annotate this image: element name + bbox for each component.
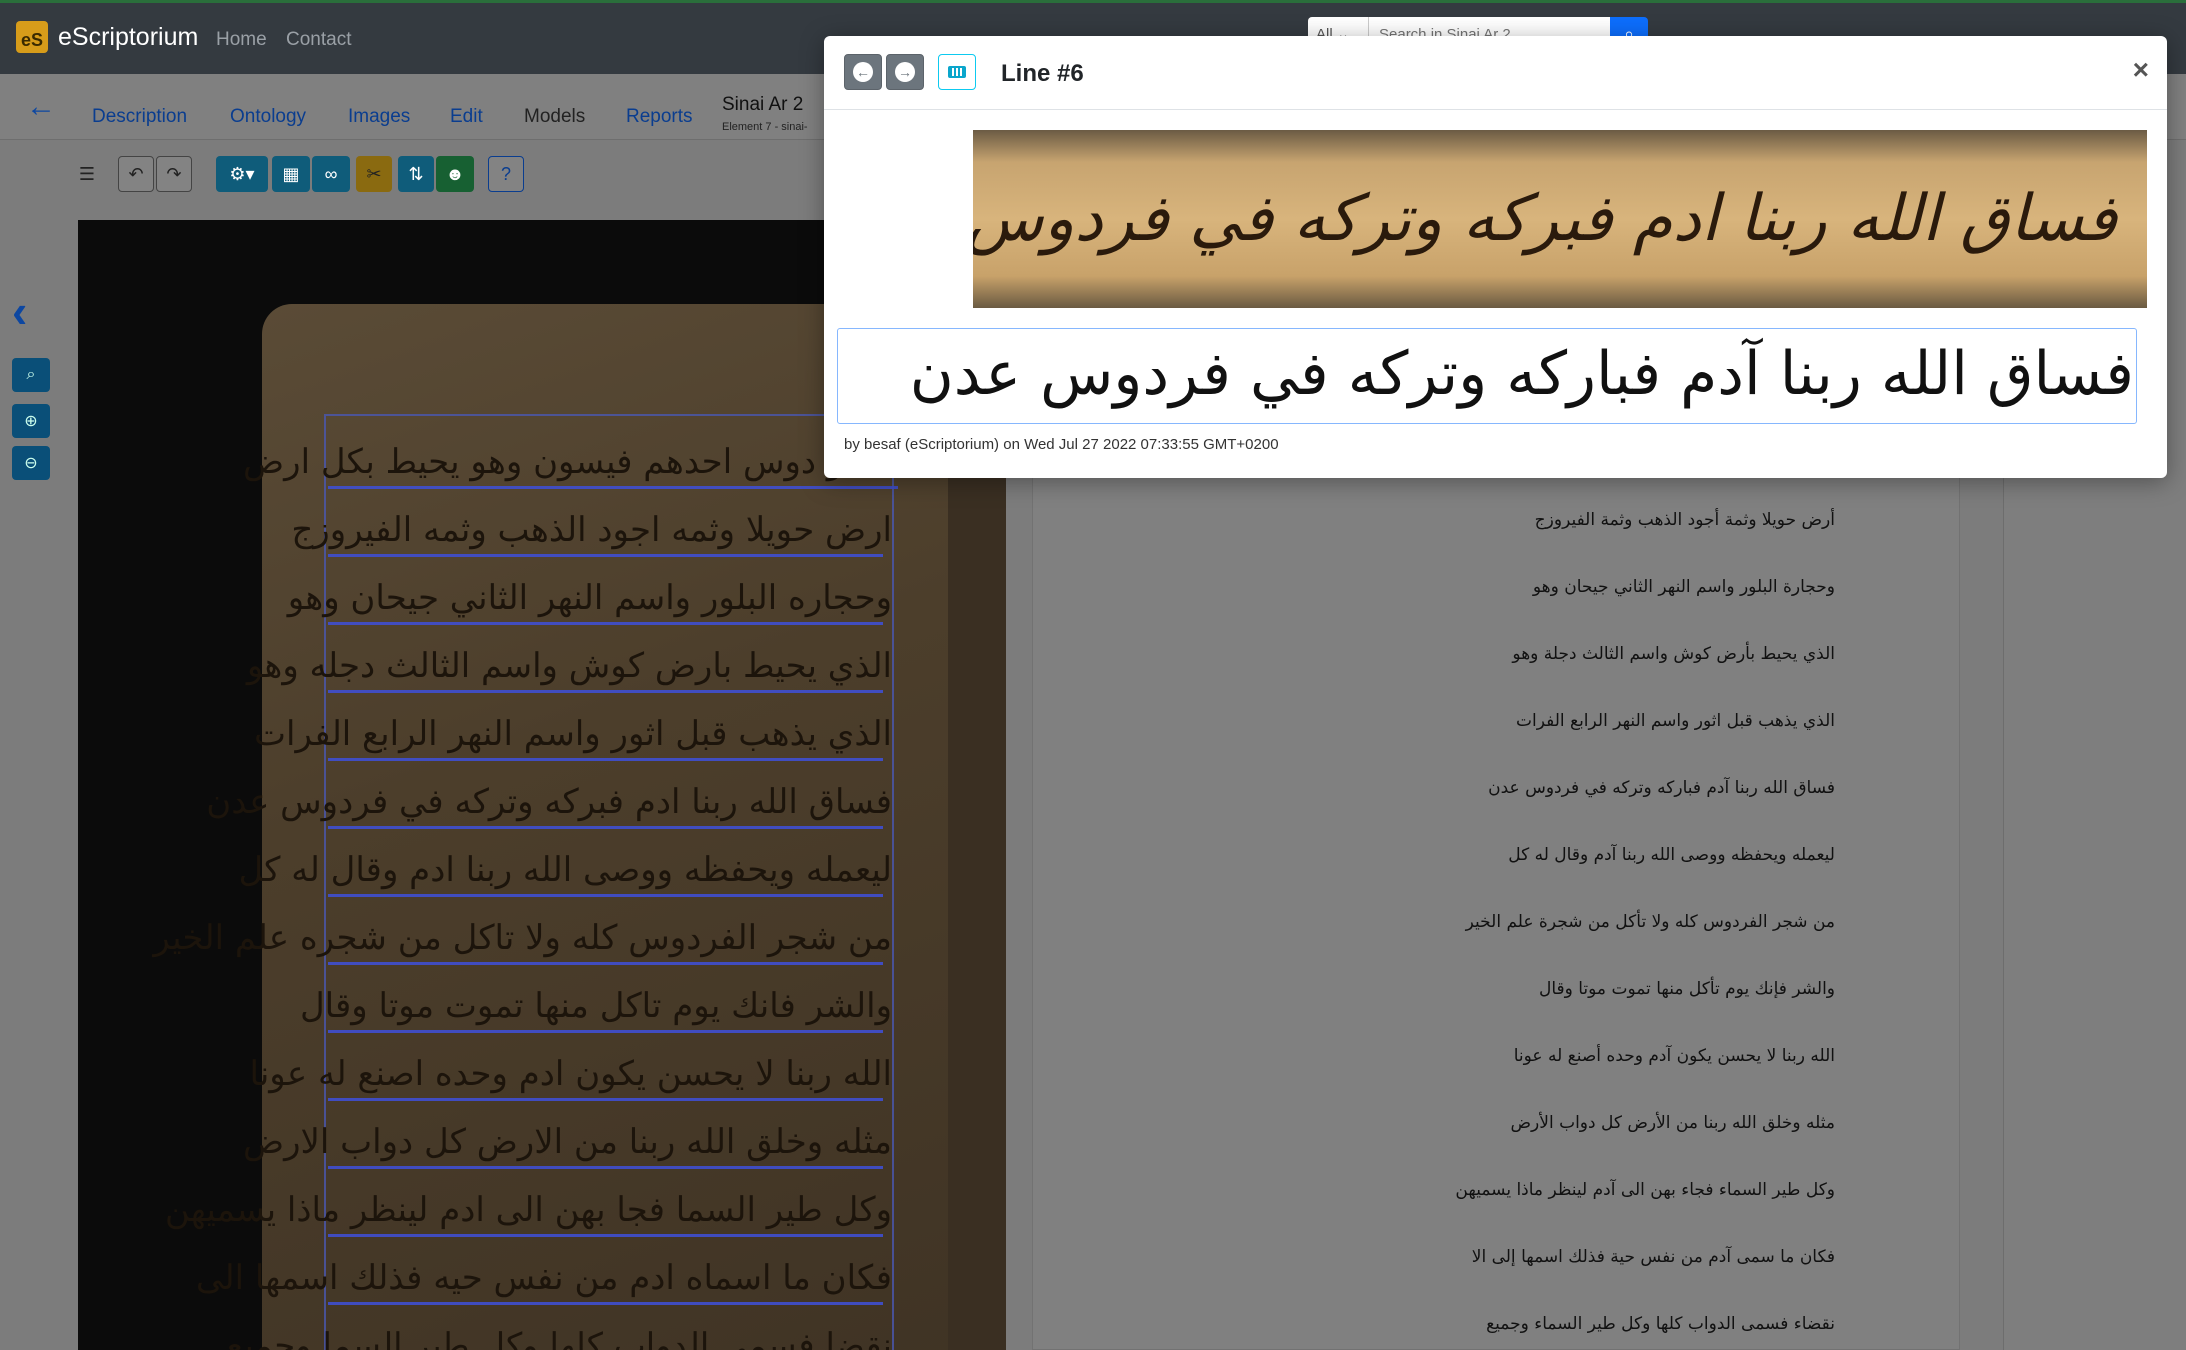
line-image: فساق الله ربنا ادم فبركه وتركه في فردوس … (973, 130, 2147, 308)
robot-icon: ☻ (445, 163, 465, 184)
transcription-line[interactable]: ليعمله ويحفظه ووصى الله ربنا آدم وقال له… (1508, 845, 1835, 865)
cut-button[interactable]: ✂ (356, 156, 392, 192)
previous-line-button[interactable]: ← (844, 54, 882, 90)
line-version-meta: by besaf (eScriptorium) on Wed Jul 27 20… (844, 436, 1279, 453)
transcription-line[interactable]: نقضاء فسمى الدواب كلها وكل طير السماء وج… (1486, 1314, 1835, 1334)
transcription-line[interactable]: الله ربنا لا يحسن يكون آدم وحده أصنع له … (1514, 1046, 1835, 1066)
manuscript-line-text: وكل طير السما فجا بهن الى ادم لينظر ماذا… (164, 1190, 892, 1230)
transcription-line[interactable]: الذي يحيط بأرض كوش واسم الثالث دجلة وهو (1512, 644, 1835, 664)
transcription-line[interactable]: والشر فإنك يوم تأكل منها تموت موتا وقال (1539, 979, 1835, 999)
settings-dropdown-button[interactable]: ⚙▾ (216, 156, 268, 192)
menu-lines-icon[interactable]: ☰ (74, 156, 100, 192)
manuscript-line-text: الله ربنا لا يحسن يكون ادم وحده اصنع له … (249, 1054, 892, 1094)
gears-icon: ⚙▾ (229, 163, 255, 184)
magnifier-icon: ⌕ (26, 366, 36, 383)
manuscript-line-text: فكان ما اسماه ادم من نفس حيه فذلك اسمها … (195, 1258, 892, 1298)
zoom-out-button[interactable]: ⊖ (12, 446, 50, 480)
line-edit-modal: ← → Line #6 × فساق الله ربنا ادم فبركه و… (824, 36, 2167, 478)
transcription-line[interactable]: أرض حويلا وثمة أجود الذهب وثمة الفيروزج (1535, 510, 1835, 530)
document-title: Sinai Ar 2 (722, 94, 804, 115)
manuscript-line-text: الذي يذهب قبل اثور واسم النهر الرابع الف… (254, 714, 892, 754)
help-button[interactable]: ? (488, 156, 524, 192)
arrow-left-circle-icon: ← (853, 62, 873, 82)
next-line-button[interactable]: → (886, 54, 924, 90)
manuscript-line-text: ارض حويلا وثمه اجود الذهب وثمه الفيروزج (291, 510, 892, 550)
toggle-links-button[interactable]: ∞ (312, 156, 350, 192)
document-subtitle: Element 7 - sinai- (722, 121, 808, 133)
tab-reports[interactable]: Reports (626, 106, 693, 128)
undo-icon: ↶ (128, 163, 144, 184)
brand[interactable]: eS eScriptorium (16, 21, 198, 53)
redo-button[interactable]: ↷ (156, 156, 192, 192)
baseline[interactable] (328, 894, 883, 897)
tab-images[interactable]: Images (348, 106, 410, 128)
arrow-right-circle-icon: → (895, 62, 915, 82)
transcription-line[interactable]: فساق الله ربنا آدم فباركه وتركه في فردوس… (1488, 778, 1835, 798)
undo-button[interactable]: ↶ (118, 156, 154, 192)
line-image-script: فساق الله ربنا ادم فبركه وتركه في فردوس … (973, 182, 2117, 256)
editor-toolbar: ☰ ↶ ↷ ⚙▾ ▦ ∞ ✂ ⇅ ☻ ? (0, 156, 900, 200)
close-icon[interactable]: × (2133, 54, 2149, 86)
transcription-line[interactable]: وكل طير السماء فجاء بهن الى آدم لينظر ما… (1455, 1180, 1835, 1200)
baseline[interactable] (328, 554, 883, 557)
baseline[interactable] (328, 758, 883, 761)
zoom-in-button[interactable]: ⊕ (12, 404, 50, 438)
line-transcription-input[interactable]: فساق الله ربنا آدم فباركه وتركه في فردوس… (837, 328, 2137, 424)
sort-icon: ⇅ (408, 163, 424, 184)
redo-icon: ↷ (166, 163, 182, 184)
baseline[interactable] (328, 1234, 883, 1237)
manuscript-line-text: من شجر الفردوس كله ولا تاكل من شجره علم … (153, 918, 892, 958)
manuscript-line-text: فساق الله ربنا ادم فبركه وتركه في فردوس … (206, 782, 892, 822)
transcription-line[interactable]: الذي يذهب قبل اثور واسم النهر الرابع الف… (1516, 711, 1835, 731)
keyboard-icon (948, 66, 966, 78)
brand-name: eScriptorium (58, 22, 199, 51)
search-zoom-button[interactable]: ⌕ (12, 358, 50, 392)
tab-edit[interactable]: Edit (450, 106, 483, 128)
tab-description[interactable]: Description (92, 106, 187, 128)
line-transcription-text: فساق الله ربنا آدم فباركه وتركه في فردوس… (909, 339, 2134, 409)
auto-transcribe-button[interactable]: ☻ (436, 156, 474, 192)
manuscript-line-text: يدعو دوس احدهم فيسون وهو يحيط بكل ارض (243, 442, 892, 482)
baseline[interactable] (328, 486, 898, 489)
toggle-regions-button[interactable]: ▦ (272, 156, 310, 192)
baseline[interactable] (328, 622, 883, 625)
escriptorium-logo-icon: eS (16, 21, 48, 53)
nav-link-home[interactable]: Home (216, 29, 267, 51)
baseline[interactable] (328, 962, 883, 965)
baseline[interactable] (328, 1166, 883, 1169)
modal-title: Line #6 (1001, 60, 1084, 87)
transcription-line[interactable]: من شجر الفردوس كله ولا تأكل من شجرة علم … (1466, 912, 1835, 932)
zoom-out-icon: ⊖ (24, 455, 38, 472)
reorder-button[interactable]: ⇅ (398, 156, 434, 192)
baseline[interactable] (328, 1302, 883, 1305)
zoom-in-icon: ⊕ (24, 413, 38, 430)
tab-ontology[interactable]: Ontology (230, 106, 306, 128)
manuscript-line-text: وحجاره البلور واسم النهر الثاني جيحان وه… (287, 578, 892, 618)
baseline[interactable] (328, 1098, 883, 1101)
manuscript-facing-page (948, 360, 1006, 1350)
virtual-keyboard-button[interactable] (938, 54, 976, 90)
tab-models[interactable]: Models (524, 106, 585, 128)
transcription-line[interactable]: وحجارة البلور واسم النهر الثاني جيحان وه… (1533, 577, 1835, 597)
modal-header: ← → Line #6 × (824, 36, 2167, 110)
manuscript-line-text: نقضا فسمى الدواب كلها وكل طير السما وجمي… (226, 1326, 892, 1350)
grid-icon: ▦ (282, 163, 300, 184)
transcription-line[interactable]: مثله وخلق الله ربنا من الأرض كل دواب الأ… (1510, 1113, 1835, 1133)
scissors-icon: ✂ (366, 163, 382, 184)
back-arrow-icon[interactable]: ← (26, 90, 56, 124)
manuscript-line-text: الذي يحيط بارض كوش واسم الثالث دجله وهو (246, 646, 892, 686)
manuscript-line-text: مثله وخلق الله ربنا من الارض كل دواب الا… (242, 1122, 892, 1162)
baseline[interactable] (328, 826, 883, 829)
question-icon: ? (500, 163, 511, 184)
baseline[interactable] (328, 1030, 883, 1033)
manuscript-line-text: ليعمله ويحفظه ووصى الله ربنا ادم وقال له… (238, 850, 892, 890)
nav-link-contact[interactable]: Contact (286, 29, 351, 51)
collapse-chevron-icon[interactable]: ‹ (12, 284, 27, 338)
manuscript-line-text: والشر فانك يوم تاكل منها تموت موتا وقال (299, 986, 892, 1026)
transcription-line[interactable]: فكان ما سمى آدم من نفس حية فذلك اسمها إل… (1472, 1247, 1835, 1267)
link-icon: ∞ (324, 163, 338, 184)
baseline[interactable] (328, 690, 883, 693)
